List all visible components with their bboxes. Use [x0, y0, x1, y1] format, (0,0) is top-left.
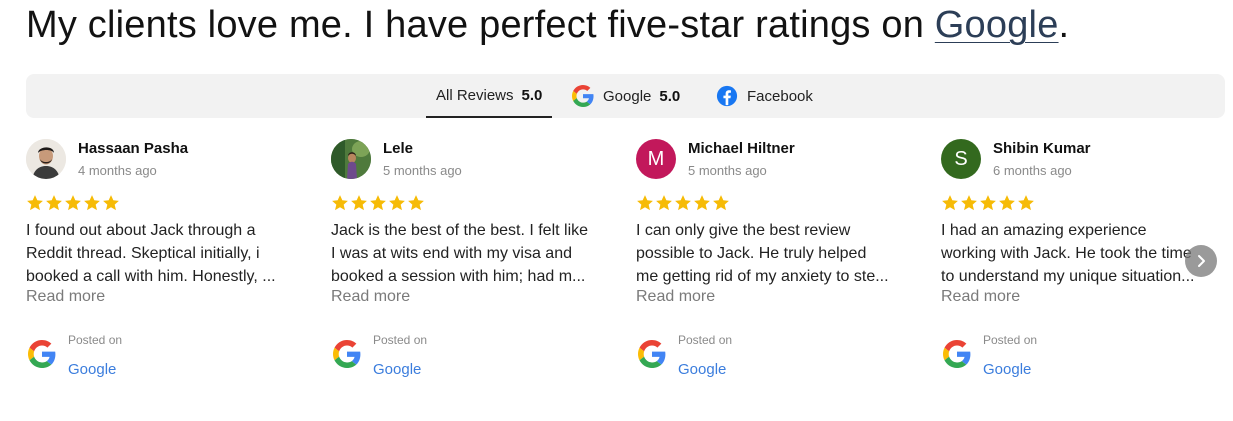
star-icon	[389, 195, 405, 211]
tab-google-label: Google	[603, 87, 652, 105]
review-text-line: I was at wits end with my visa and	[331, 245, 572, 262]
star-icon	[332, 195, 348, 211]
read-more-link[interactable]: Read more	[26, 288, 105, 306]
source-link[interactable]: Google	[983, 361, 1031, 378]
star-icon	[980, 195, 996, 211]
google-icon	[572, 85, 594, 107]
review-text-line: working with Jack. He took the time	[941, 245, 1192, 262]
star-icon	[103, 195, 119, 211]
avatar	[26, 139, 66, 179]
reviewer-name: Lele	[383, 140, 414, 157]
posted-on-label: Posted on	[373, 333, 428, 347]
tab-google[interactable]: Google 5.0	[572, 74, 680, 118]
star-icon	[999, 195, 1015, 211]
avatar: M	[636, 139, 676, 179]
source-link[interactable]: Google	[373, 361, 421, 378]
star-icon	[84, 195, 100, 211]
review-text-line: me getting rid of my anxiety to ste...	[636, 268, 889, 285]
star-icon	[637, 195, 653, 211]
review-text: I can only give the best review possible…	[636, 219, 920, 288]
avatar	[331, 139, 371, 179]
read-more-link[interactable]: Read more	[331, 288, 410, 306]
tab-facebook-label: Facebook	[747, 87, 813, 105]
review-text-line: booked a session with him; had m...	[331, 268, 586, 285]
reviewer-photo	[26, 139, 66, 179]
star-rating	[331, 194, 425, 214]
reviewer-name: Michael Hiltner	[688, 140, 795, 157]
star-rating	[636, 194, 730, 214]
posted-on-label: Posted on	[983, 333, 1038, 347]
page-headline: My clients love me. I have perfect five-…	[26, 2, 1069, 48]
review-date: 5 months ago	[383, 163, 462, 178]
review-text-line: I found out about Jack through a	[26, 222, 256, 239]
read-more-link[interactable]: Read more	[941, 288, 1020, 306]
tab-all-reviews[interactable]: All Reviews 5.0	[426, 74, 552, 118]
review-text: I found out about Jack through a Reddit …	[26, 219, 310, 288]
carousel-next-button[interactable]	[1185, 245, 1217, 277]
posted-on-label: Posted on	[68, 333, 123, 347]
review-text-line: I can only give the best review	[636, 222, 851, 239]
star-icon	[694, 195, 710, 211]
google-icon	[638, 340, 666, 368]
review-text-line: booked a call with him. Honestly, ...	[26, 268, 276, 285]
review-card: M Michael Hiltner 5 months ago I can onl…	[636, 138, 926, 388]
facebook-icon	[716, 85, 738, 107]
star-icon	[351, 195, 367, 211]
read-more-link[interactable]: Read more	[636, 288, 715, 306]
review-text-line: to understand my unique situation...	[941, 268, 1195, 285]
review-text-line: Jack is the best of the best. I felt lik…	[331, 222, 589, 239]
google-icon	[943, 340, 971, 368]
star-icon	[370, 195, 386, 211]
star-icon	[942, 195, 958, 211]
star-icon	[675, 195, 691, 211]
source-link[interactable]: Google	[678, 361, 726, 378]
star-icon	[408, 195, 424, 211]
headline-text: My clients love me. I have perfect five-…	[26, 4, 935, 46]
tab-all-reviews-label: All Reviews	[436, 86, 514, 104]
star-icon	[713, 195, 729, 211]
star-rating	[941, 194, 1035, 214]
tab-facebook[interactable]: Facebook	[716, 74, 813, 118]
avatar-letter: M	[647, 147, 665, 170]
review-text-line: possible to Jack. He truly helped	[636, 245, 867, 262]
review-text: I had an amazing experience working with…	[941, 219, 1225, 288]
star-icon	[46, 195, 62, 211]
star-icon	[27, 195, 43, 211]
tab-all-reviews-score: 5.0	[521, 86, 543, 104]
google-icon	[333, 340, 361, 368]
reviewer-photo	[331, 139, 371, 179]
reviewer-name: Hassaan Pasha	[78, 140, 189, 157]
headline-google-link[interactable]: Google	[935, 4, 1059, 46]
review-date: 5 months ago	[688, 163, 767, 178]
review-date: 6 months ago	[993, 163, 1072, 178]
review-text-line: Reddit thread. Skeptical initially, i	[26, 245, 260, 262]
review-source-tabs: All Reviews 5.0 Google 5.0 Facebook	[26, 74, 1225, 118]
review-text-line: I had an amazing experience	[941, 222, 1147, 239]
review-text: Jack is the best of the best. I felt lik…	[331, 219, 615, 288]
headline-end: .	[1058, 4, 1070, 46]
star-icon	[961, 195, 977, 211]
avatar: S	[941, 139, 981, 179]
google-icon	[28, 340, 56, 368]
star-icon	[1018, 195, 1034, 211]
chevron-right-icon	[1198, 255, 1205, 267]
review-card: Hassaan Pasha 4 months ago I found out a…	[26, 138, 316, 388]
review-card: Lele 5 months ago Jack is the best of th…	[331, 138, 621, 388]
star-rating	[26, 194, 120, 214]
star-icon	[65, 195, 81, 211]
reviewer-name: Shibin Kumar	[993, 140, 1091, 157]
review-date: 4 months ago	[78, 163, 157, 178]
posted-on-label: Posted on	[678, 333, 733, 347]
avatar-letter: S	[954, 147, 968, 170]
source-link[interactable]: Google	[68, 361, 116, 378]
tab-google-score: 5.0	[659, 87, 681, 105]
star-icon	[656, 195, 672, 211]
